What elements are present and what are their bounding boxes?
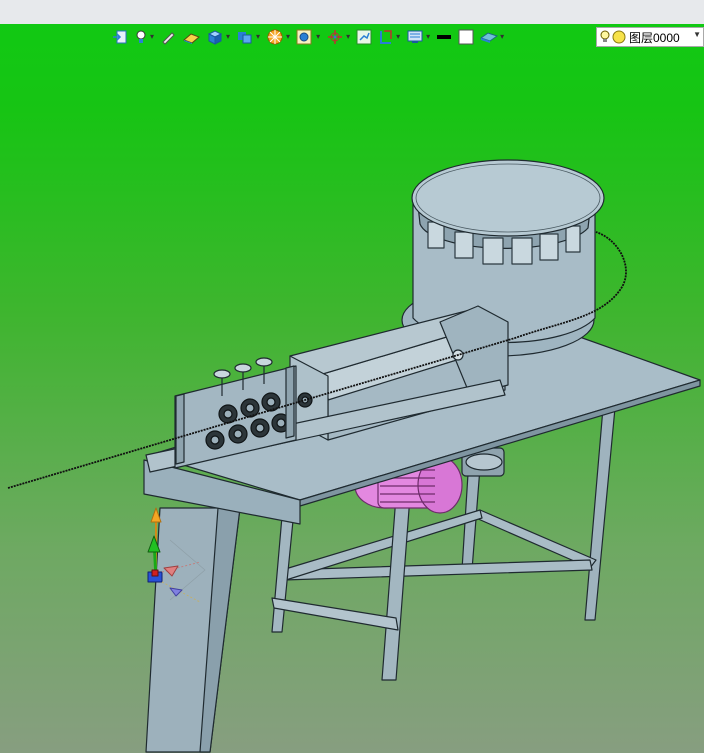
line-color-button[interactable] (436, 27, 452, 47)
rail-lower (271, 597, 399, 631)
layer-name: 图层0000 (629, 30, 680, 45)
model-canvas[interactable] (0, 24, 704, 753)
pencil-icon (162, 32, 175, 45)
3d-viewport[interactable] (0, 24, 704, 753)
layer-select[interactable]: 图层0000 ▼ (596, 27, 704, 47)
table-leg-back-right (584, 407, 616, 621)
eraser-button[interactable] (182, 27, 200, 47)
layers-stack-icon (238, 32, 252, 44)
chevron-down-icon[interactable]: ▾ (426, 33, 430, 41)
straightener-side-plate (175, 393, 185, 465)
chevron-down-icon[interactable]: ▼ (693, 30, 701, 39)
crosshair-icon (328, 30, 343, 44)
view-cube-button[interactable]: ▾ (206, 27, 230, 47)
plane-icon (480, 32, 499, 43)
import-button[interactable] (112, 27, 128, 47)
light-icon (136, 30, 146, 43)
title-strip (0, 0, 704, 25)
chevron-down-icon[interactable]: ▾ (396, 33, 400, 41)
display-icon (407, 30, 423, 43)
sun-icon (612, 30, 626, 44)
line-color-icon (437, 35, 452, 39)
chevron-down-icon[interactable]: ▾ (500, 33, 504, 41)
chevron-down-icon[interactable]: ▾ (150, 33, 154, 41)
chevron-down-icon[interactable]: ▾ (256, 33, 260, 41)
light-button[interactable]: ▾ (134, 27, 154, 47)
chevron-down-icon[interactable]: ▾ (346, 33, 350, 41)
frame-rail-back (475, 509, 597, 569)
sketch-button[interactable] (160, 27, 176, 47)
section-icon (380, 30, 392, 44)
fill-color-icon (458, 29, 474, 45)
fit-view-button[interactable] (356, 27, 372, 47)
cube-view-icon (207, 30, 223, 45)
orange-wheel-icon (267, 29, 283, 45)
plane-button[interactable]: ▾ (480, 27, 504, 47)
display-button[interactable]: ▾ (406, 27, 430, 47)
eraser-icon (183, 33, 200, 44)
layers-button[interactable]: ▾ (236, 27, 260, 47)
import-icon (113, 30, 127, 44)
chevron-down-icon[interactable]: ▾ (226, 33, 230, 41)
bulb-icon (600, 30, 610, 42)
drum-lid (411, 159, 605, 237)
fill-color-button[interactable] (458, 27, 474, 47)
section-button[interactable]: ▾ (378, 27, 400, 47)
chevron-down-icon[interactable]: ▾ (286, 33, 290, 41)
chevron-down-icon[interactable]: ▾ (316, 33, 320, 41)
orbit-button[interactable]: ▾ (326, 27, 350, 47)
fit-view-icon (356, 29, 372, 45)
zoom-button[interactable]: ▾ (296, 27, 320, 47)
render-style-button[interactable]: ▾ (266, 27, 290, 47)
zoom-icon (296, 29, 312, 45)
